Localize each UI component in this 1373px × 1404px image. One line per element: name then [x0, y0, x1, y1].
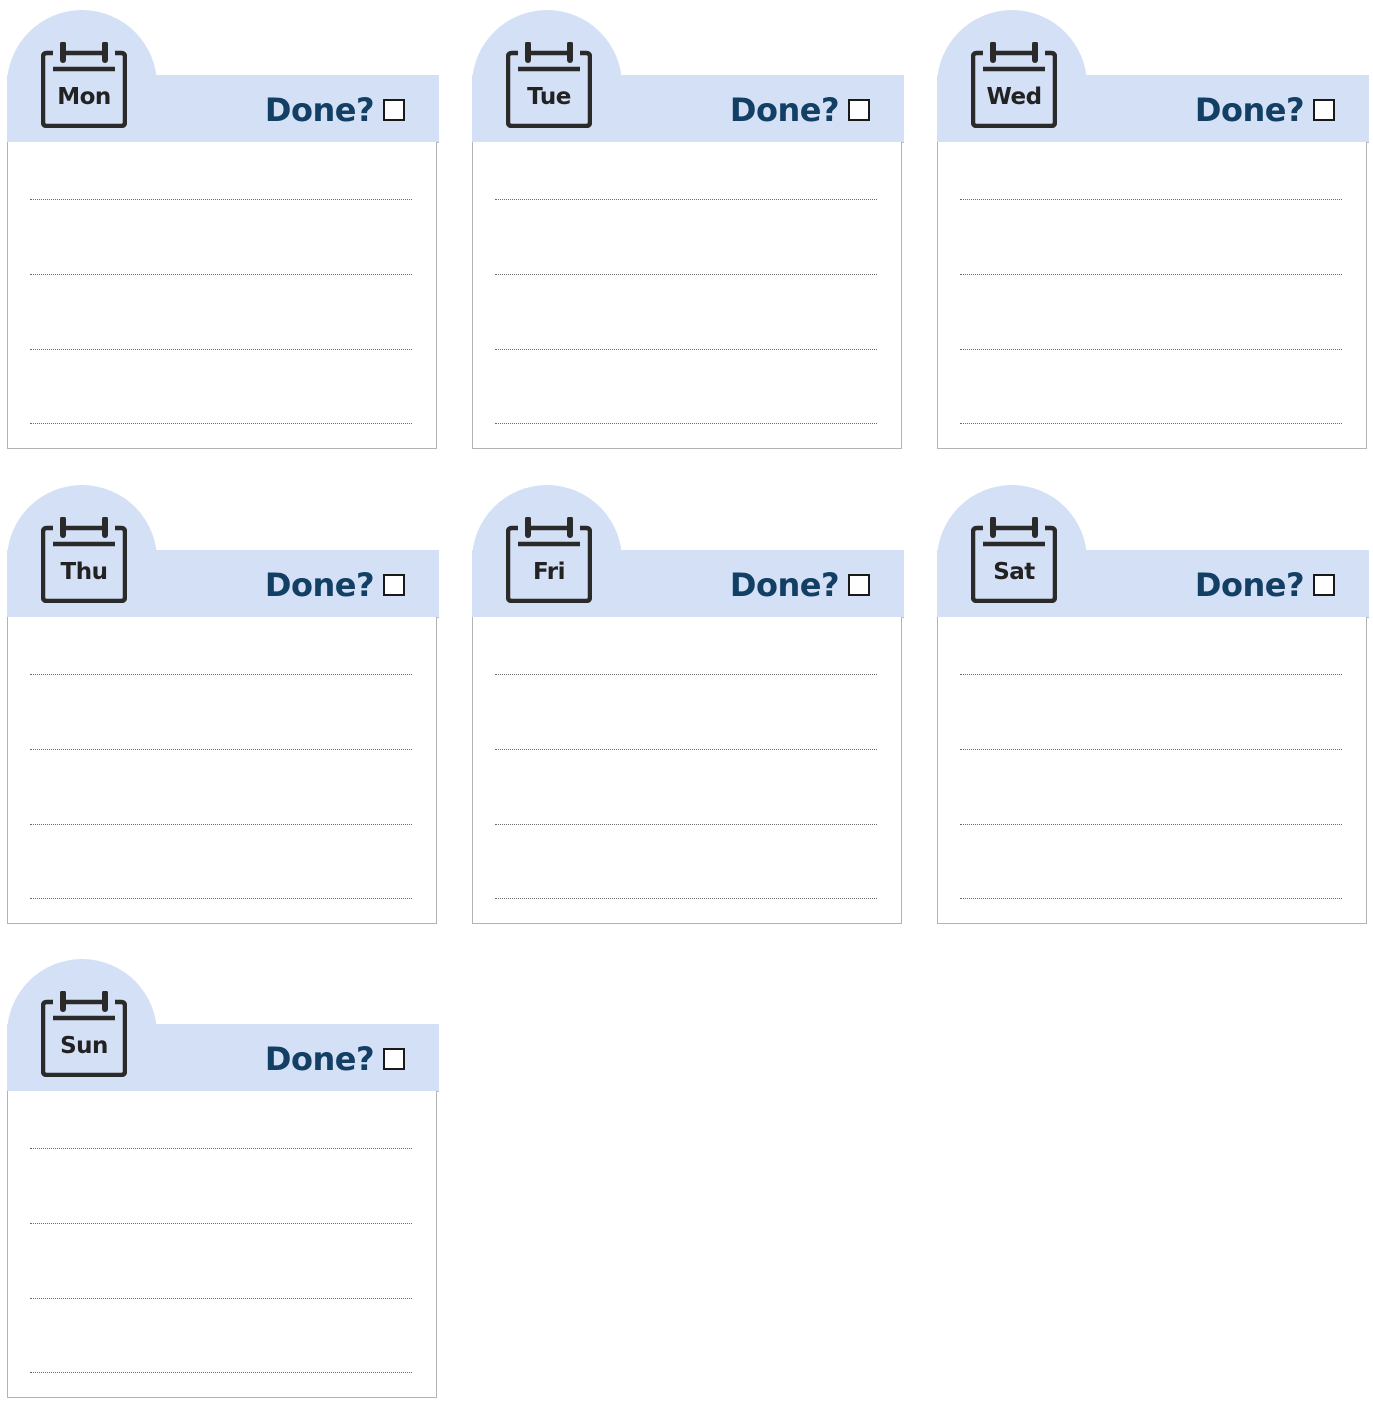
- day-label: Wed: [986, 84, 1042, 110]
- writing-line[interactable]: [960, 824, 1342, 825]
- day-card: Sun Done?: [1, 959, 439, 1404]
- done-checkbox-group[interactable]: Done?: [730, 90, 870, 130]
- done-checkbox[interactable]: [1313, 574, 1335, 596]
- writing-line[interactable]: [960, 423, 1342, 424]
- done-checkbox-group[interactable]: Done?: [265, 1039, 405, 1079]
- writing-line[interactable]: [30, 898, 412, 899]
- day-card: Thu Done?: [1, 485, 439, 930]
- done-checkbox-group[interactable]: Done?: [1195, 90, 1335, 130]
- notes-area[interactable]: [7, 617, 437, 924]
- writing-line[interactable]: [960, 274, 1342, 275]
- writing-line[interactable]: [30, 423, 412, 424]
- done-label: Done?: [264, 566, 375, 604]
- writing-line[interactable]: [30, 1298, 412, 1299]
- notes-area[interactable]: [937, 617, 1367, 924]
- done-label: Done?: [729, 91, 840, 129]
- day-card: Sat Done?: [931, 485, 1369, 930]
- writing-line[interactable]: [495, 423, 877, 424]
- writing-line[interactable]: [960, 749, 1342, 750]
- writing-line[interactable]: [960, 349, 1342, 350]
- day-label: Tue: [527, 84, 571, 110]
- notes-area[interactable]: [7, 142, 437, 449]
- done-label: Done?: [264, 91, 375, 129]
- writing-line[interactable]: [30, 349, 412, 350]
- writing-line[interactable]: [960, 199, 1342, 200]
- writing-line[interactable]: [30, 824, 412, 825]
- writing-line[interactable]: [495, 749, 877, 750]
- done-label: Done?: [1194, 91, 1305, 129]
- done-checkbox-group[interactable]: Done?: [265, 90, 405, 130]
- notes-area[interactable]: [937, 142, 1367, 449]
- day-label: Sun: [60, 1033, 108, 1059]
- writing-line[interactable]: [495, 824, 877, 825]
- writing-line[interactable]: [30, 674, 412, 675]
- notes-area[interactable]: [472, 617, 902, 924]
- writing-line[interactable]: [495, 349, 877, 350]
- done-checkbox-group[interactable]: Done?: [1195, 565, 1335, 605]
- done-checkbox[interactable]: [848, 574, 870, 596]
- notes-area[interactable]: [7, 1091, 437, 1398]
- writing-line[interactable]: [30, 274, 412, 275]
- done-checkbox[interactable]: [848, 99, 870, 121]
- done-checkbox[interactable]: [383, 99, 405, 121]
- done-label: Done?: [264, 1040, 375, 1078]
- weekly-planner: Mon Done? Tue Done? Wed Done? Thu Done? Fri Done?…: [0, 0, 1373, 1398]
- done-checkbox[interactable]: [383, 574, 405, 596]
- writing-line[interactable]: [960, 898, 1342, 899]
- day-card: Mon Done?: [1, 10, 439, 455]
- writing-line[interactable]: [30, 1372, 412, 1373]
- done-label: Done?: [1194, 566, 1305, 604]
- writing-line[interactable]: [495, 898, 877, 899]
- done-checkbox[interactable]: [1313, 99, 1335, 121]
- day-card: Fri Done?: [466, 485, 904, 930]
- done-checkbox-group[interactable]: Done?: [730, 565, 870, 605]
- notes-area[interactable]: [472, 142, 902, 449]
- writing-line[interactable]: [30, 749, 412, 750]
- writing-line[interactable]: [30, 1223, 412, 1224]
- writing-line[interactable]: [495, 274, 877, 275]
- writing-line[interactable]: [495, 199, 877, 200]
- done-label: Done?: [729, 566, 840, 604]
- done-checkbox-group[interactable]: Done?: [265, 565, 405, 605]
- day-label: Fri: [533, 559, 565, 585]
- day-label: Thu: [60, 559, 108, 585]
- day-label: Mon: [57, 84, 111, 110]
- done-checkbox[interactable]: [383, 1048, 405, 1070]
- writing-line[interactable]: [960, 674, 1342, 675]
- writing-line[interactable]: [30, 1148, 412, 1149]
- writing-line[interactable]: [30, 199, 412, 200]
- day-label: Sat: [993, 559, 1035, 585]
- day-card: Tue Done?: [466, 10, 904, 455]
- day-card: Wed Done?: [931, 10, 1369, 455]
- writing-line[interactable]: [495, 674, 877, 675]
